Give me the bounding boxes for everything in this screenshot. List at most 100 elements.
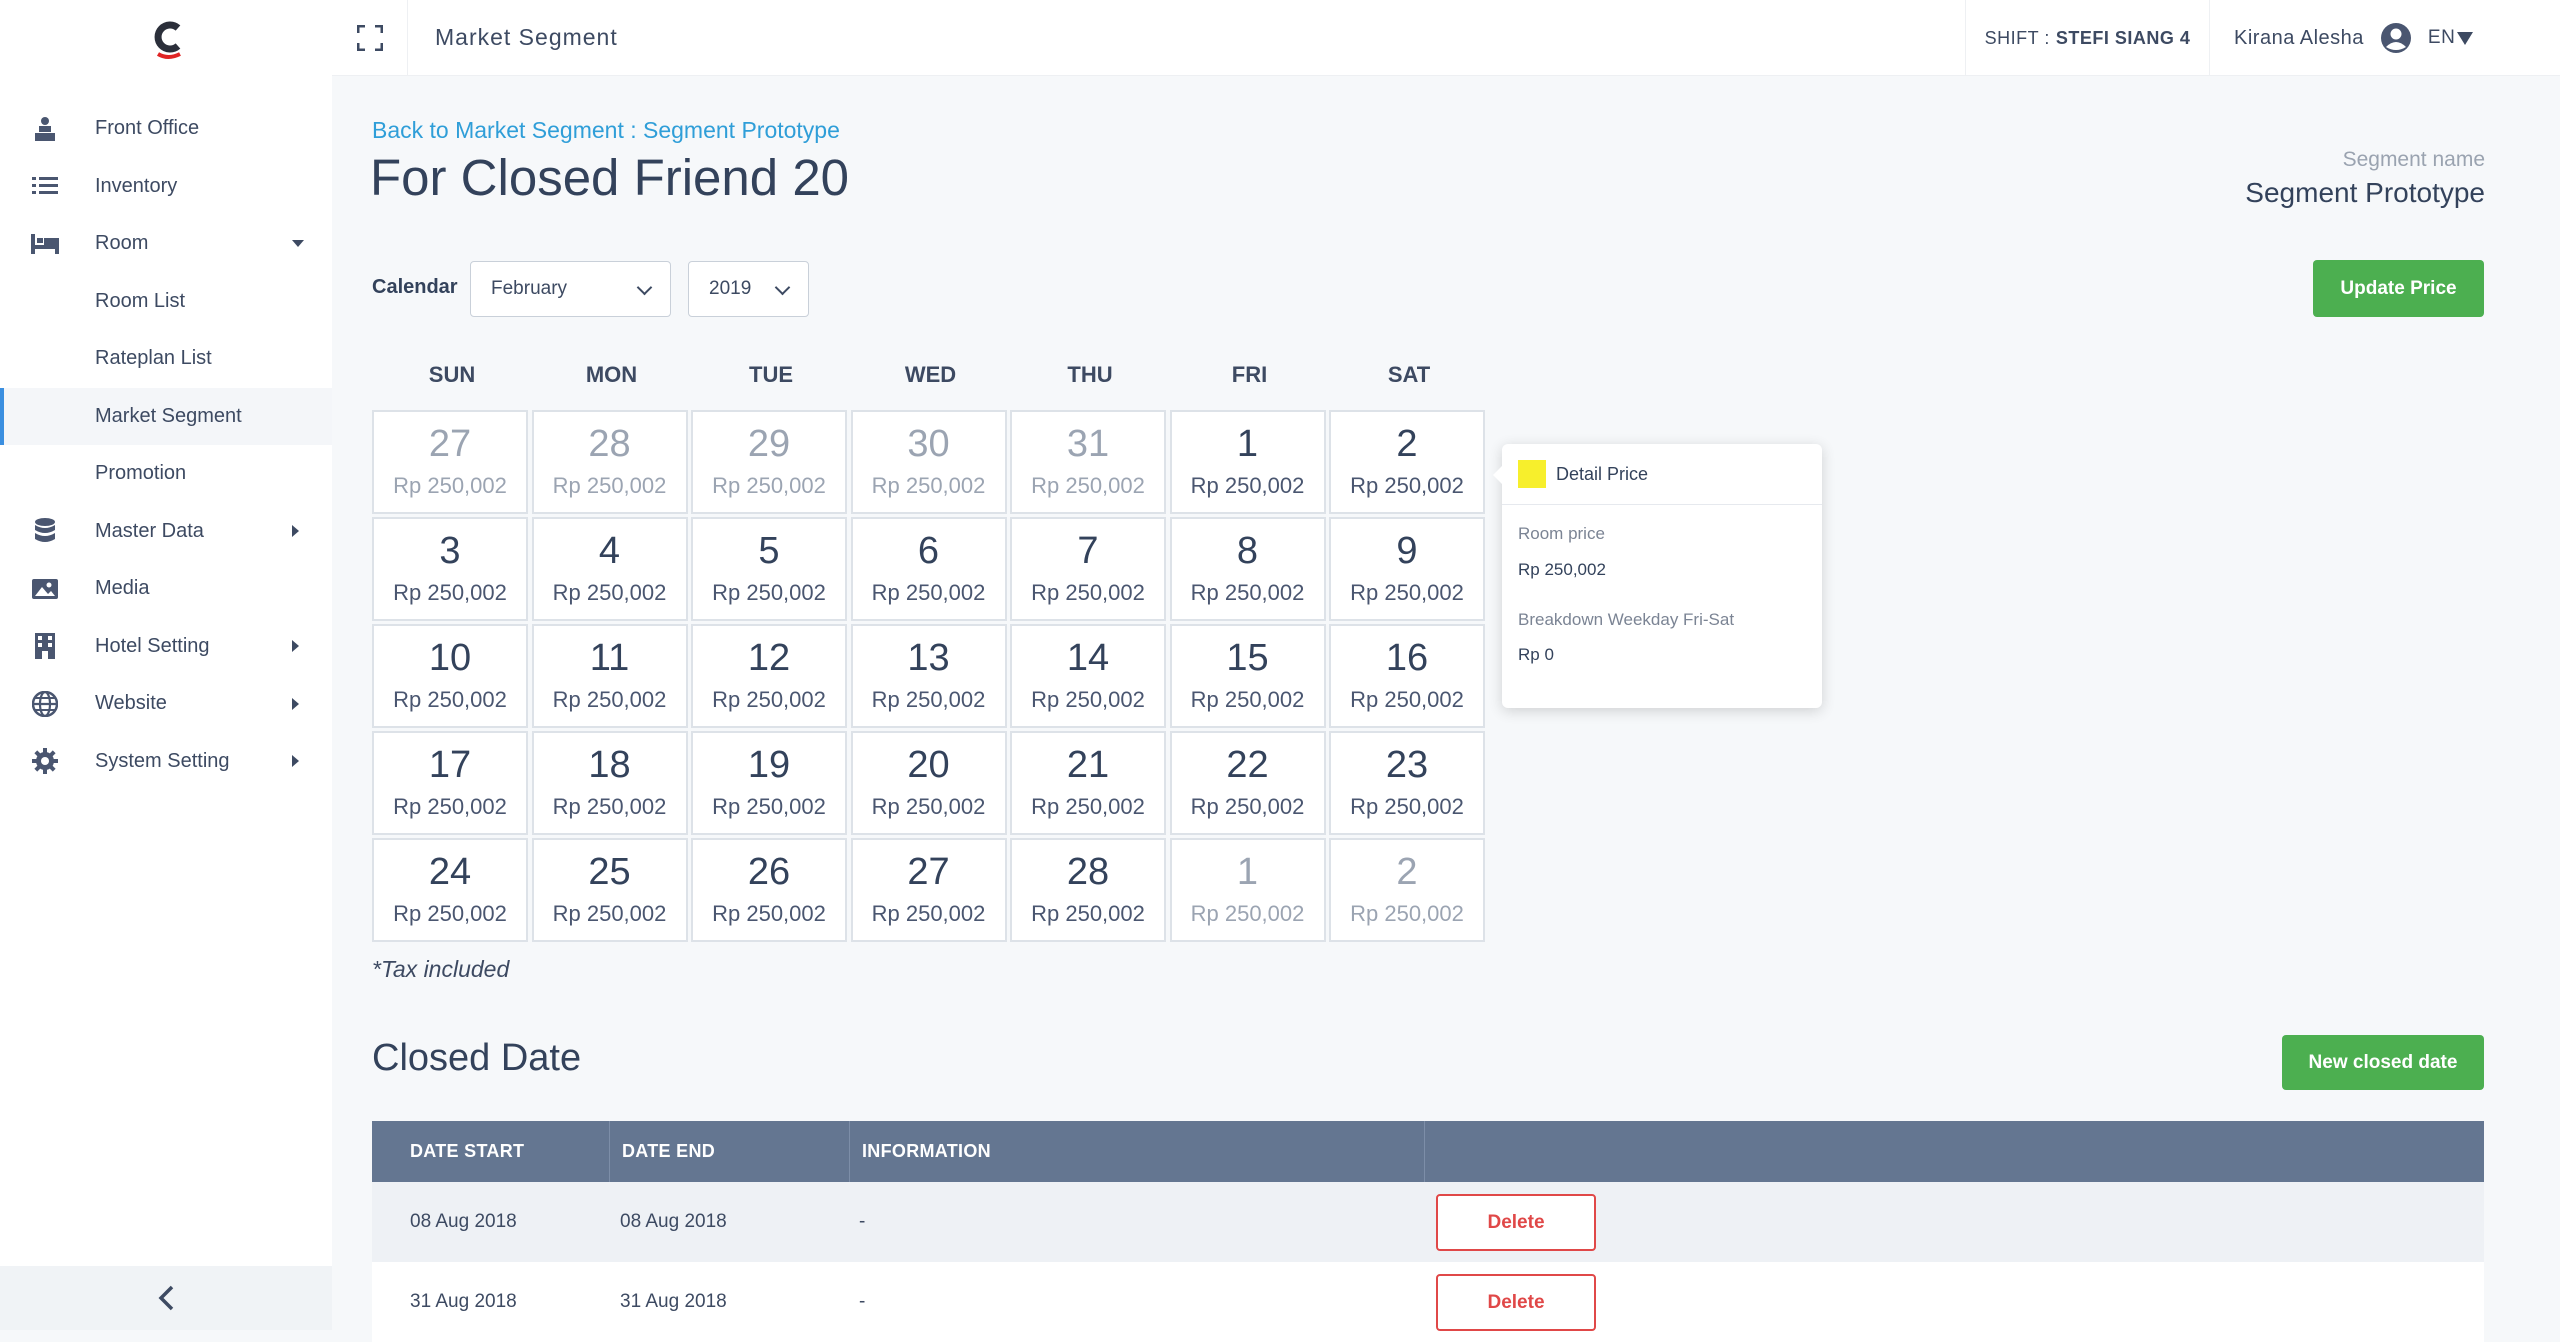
calendar-day-cell[interactable]: 6 Rp 250,002 bbox=[850, 517, 1007, 621]
day-price: Rp 250,002 bbox=[712, 473, 826, 498]
brand-logo[interactable] bbox=[148, 18, 188, 62]
calendar-day-cell[interactable]: 31 Rp 250,002 bbox=[1010, 410, 1166, 514]
calendar-day-cell[interactable]: 2 Rp 250,002 bbox=[1329, 410, 1485, 514]
sidebar-item-inventory[interactable]: Inventory bbox=[0, 158, 332, 216]
day-price: Rp 250,002 bbox=[1031, 473, 1145, 498]
sidebar-item-room-list[interactable]: Room List bbox=[0, 273, 332, 331]
calendar-day-cell[interactable]: 3 Rp 250,002 bbox=[372, 517, 528, 621]
bed-icon bbox=[30, 229, 60, 259]
calendar-day-cell[interactable]: 28 Rp 250,002 bbox=[1010, 838, 1166, 942]
day-price: Rp 250,002 bbox=[712, 580, 826, 605]
calendar-day-cell[interactable]: 9 Rp 250,002 bbox=[1329, 517, 1485, 621]
day-price: Rp 250,002 bbox=[1031, 794, 1145, 819]
image-icon bbox=[30, 574, 60, 604]
sidebar-item-front-office[interactable]: Front Office bbox=[0, 100, 332, 158]
day-price: Rp 250,002 bbox=[393, 687, 507, 712]
sidebar-item-label: Hotel Setting bbox=[95, 634, 210, 657]
day-number: 19 bbox=[747, 744, 791, 786]
calendar-day-cell[interactable]: 11 Rp 250,002 bbox=[531, 624, 688, 728]
calendar-day-cell[interactable]: 26 Rp 250,002 bbox=[691, 838, 847, 942]
calendar-day-cell[interactable]: 13 Rp 250,002 bbox=[850, 624, 1007, 728]
day-price: Rp 250,002 bbox=[1350, 687, 1464, 712]
calendar-day-cell[interactable]: 1 Rp 250,002 bbox=[1169, 838, 1326, 942]
delete-button[interactable]: Delete bbox=[1436, 1274, 1596, 1331]
calendar-day-cell[interactable]: 2 Rp 250,002 bbox=[1329, 838, 1485, 942]
calendar-day-cell[interactable]: 27 Rp 250,002 bbox=[372, 410, 528, 514]
day-number: 26 bbox=[747, 851, 791, 893]
calendar-day-cell[interactable]: 8 Rp 250,002 bbox=[1169, 517, 1326, 621]
calendar-day-cell[interactable]: 28 Rp 250,002 bbox=[531, 410, 688, 514]
sidebar-item-website[interactable]: Website bbox=[0, 675, 332, 733]
year-select[interactable]: 2019 bbox=[688, 261, 809, 317]
day-price: Rp 250,002 bbox=[871, 473, 986, 498]
sidebar-item-hotel-setting[interactable]: Hotel Setting bbox=[0, 618, 332, 676]
day-number: 16 bbox=[1385, 637, 1429, 679]
calendar-day-cell[interactable]: 25 Rp 250,002 bbox=[531, 838, 688, 942]
day-number: 7 bbox=[1077, 530, 1099, 572]
sidebar-collapse-button[interactable] bbox=[0, 1266, 332, 1330]
calendar-day-cell[interactable]: 10 Rp 250,002 bbox=[372, 624, 528, 728]
fullscreen-icon bbox=[356, 25, 383, 51]
calendar-day-cell[interactable]: 27 Rp 250,002 bbox=[850, 838, 1007, 942]
language-selector[interactable]: EN bbox=[2428, 27, 2474, 49]
day-header-tue: TUE bbox=[749, 362, 793, 387]
calendar-day-cell[interactable]: 23 Rp 250,002 bbox=[1329, 731, 1485, 835]
calendar-day-cell[interactable]: 15 Rp 250,002 bbox=[1169, 624, 1326, 728]
day-price: Rp 250,002 bbox=[1350, 580, 1464, 605]
calendar-day-cell[interactable]: 19 Rp 250,002 bbox=[691, 731, 847, 835]
year-value: 2019 bbox=[709, 278, 752, 299]
month-select[interactable]: February bbox=[470, 261, 671, 317]
fullscreen-button[interactable] bbox=[332, 0, 408, 76]
back-link[interactable]: Back to Market Segment : Segment Prototy… bbox=[372, 117, 840, 144]
chevron-right-icon bbox=[292, 755, 299, 768]
chevron-down-icon bbox=[774, 279, 791, 296]
sidebar-item-media[interactable]: Media bbox=[0, 560, 332, 618]
sidebar-nav: Front Office Inventory Room Room List Ra… bbox=[0, 100, 332, 790]
day-header-sat: SAT bbox=[1387, 362, 1431, 387]
calendar-day-cell[interactable]: 22 Rp 250,002 bbox=[1169, 731, 1326, 835]
delete-button[interactable]: Delete bbox=[1436, 1194, 1596, 1251]
calendar-day-cell[interactable]: 29 Rp 250,002 bbox=[691, 410, 847, 514]
user-menu[interactable]: Kirana Alesha EN bbox=[2234, 0, 2474, 76]
calendar-day-cell[interactable]: 1 Rp 250,002 bbox=[1169, 410, 1326, 514]
sidebar-item-label: Market Segment bbox=[95, 404, 242, 427]
day-number: 28 bbox=[588, 423, 631, 465]
calendar-day-cell[interactable]: 18 Rp 250,002 bbox=[531, 731, 688, 835]
calendar-day-cell[interactable]: 5 Rp 250,002 bbox=[691, 517, 847, 621]
new-closed-date-button[interactable]: New closed date bbox=[2282, 1035, 2484, 1090]
day-number: 27 bbox=[907, 851, 950, 893]
column-header-date-end: DATE END bbox=[610, 1121, 850, 1182]
sidebar-item-room[interactable]: Room bbox=[0, 215, 332, 273]
sidebar-item-label: Inventory bbox=[95, 174, 178, 197]
calendar-day-cell[interactable]: 24 Rp 250,002 bbox=[372, 838, 528, 942]
sidebar-item-label: Media bbox=[95, 577, 150, 600]
update-price-button[interactable]: Update Price bbox=[2313, 260, 2484, 317]
sidebar-item-rateplan-list[interactable]: Rateplan List bbox=[0, 330, 332, 388]
calendar-day-cell[interactable]: 16 Rp 250,002 bbox=[1329, 624, 1485, 728]
day-number: 27 bbox=[428, 423, 472, 465]
breakdown-value: Rp 0 bbox=[1518, 645, 1554, 664]
calendar-day-cell[interactable]: 30 Rp 250,002 bbox=[850, 410, 1007, 514]
sidebar-item-promotion[interactable]: Promotion bbox=[0, 445, 332, 503]
calendar-day-cell[interactable]: 12 Rp 250,002 bbox=[691, 624, 847, 728]
calendar-day-cell[interactable]: 14 Rp 250,002 bbox=[1010, 624, 1166, 728]
calendar-day-cell[interactable]: 4 Rp 250,002 bbox=[531, 517, 688, 621]
popover-header: Detail Price bbox=[1502, 444, 1822, 505]
calendar-day-cell[interactable]: 20 Rp 250,002 bbox=[850, 731, 1007, 835]
calendar-day-cell[interactable]: 21 Rp 250,002 bbox=[1010, 731, 1166, 835]
popover-pointer bbox=[1493, 466, 1502, 484]
avatar-icon bbox=[2380, 23, 2411, 53]
sidebar-item-system-setting[interactable]: System Setting bbox=[0, 733, 332, 791]
day-number: 2 bbox=[1396, 851, 1418, 893]
segment-name-label: Segment name bbox=[2342, 148, 2485, 171]
day-price: Rp 250,002 bbox=[712, 687, 826, 712]
day-number: 4 bbox=[598, 530, 621, 572]
calendar-day-cell[interactable]: 7 Rp 250,002 bbox=[1010, 517, 1166, 621]
sidebar-item-market-segment[interactable]: Market Segment bbox=[0, 387, 332, 445]
sidebar-item-master-data[interactable]: Master Data bbox=[0, 503, 332, 561]
day-price: Rp 250,002 bbox=[871, 794, 986, 819]
calendar-day-cell[interactable]: 17 Rp 250,002 bbox=[372, 731, 528, 835]
room-price-label: Room price bbox=[1518, 524, 1605, 543]
day-number: 30 bbox=[907, 423, 950, 465]
day-number: 9 bbox=[1396, 530, 1418, 572]
